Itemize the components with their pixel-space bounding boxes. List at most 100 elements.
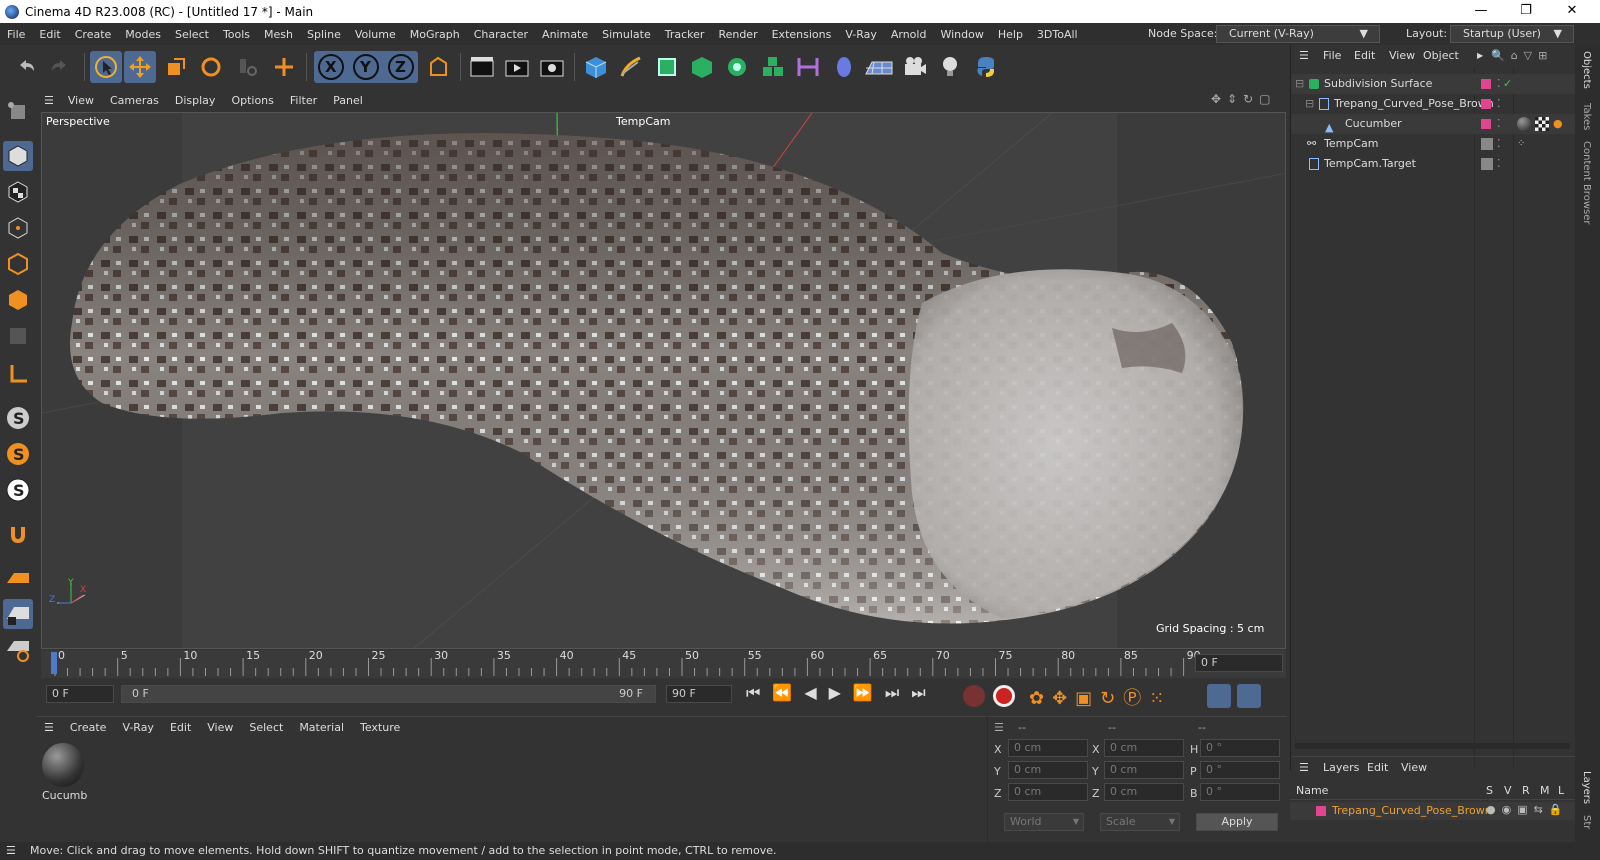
layer-color-swatch[interactable] bbox=[1316, 806, 1326, 816]
material-menu-texture[interactable]: Texture bbox=[352, 717, 408, 739]
viewport-hamburger-icon[interactable]: ☰ bbox=[36, 94, 60, 107]
menu-extensions[interactable]: Extensions bbox=[765, 28, 839, 41]
planar-workplane-button[interactable] bbox=[3, 635, 33, 665]
object-menu-edit[interactable]: Edit bbox=[1354, 45, 1375, 67]
tab-structure[interactable]: Str bbox=[1581, 815, 1592, 829]
perspective-viewport[interactable]: Perspective TempCam Grid Spacing : 5 cm … bbox=[41, 112, 1286, 649]
material-menu-material[interactable]: Material bbox=[291, 717, 352, 739]
menu-file[interactable]: File bbox=[0, 28, 32, 41]
tab-takes[interactable]: Takes bbox=[1581, 103, 1592, 130]
menu-render[interactable]: Render bbox=[711, 28, 764, 41]
menu-help[interactable]: Help bbox=[991, 28, 1030, 41]
menu-volume[interactable]: Volume bbox=[348, 28, 403, 41]
snap-settings-button[interactable]: S bbox=[3, 439, 33, 469]
coord-hamburger-icon[interactable]: ☰ bbox=[994, 717, 1004, 739]
chevron-right-icon[interactable]: ▶ bbox=[1477, 45, 1483, 67]
layer-menu-view[interactable]: View bbox=[1401, 757, 1427, 779]
menu-select[interactable]: Select bbox=[168, 28, 216, 41]
field-button[interactable] bbox=[828, 51, 860, 83]
size-z-field[interactable]: 0 cm bbox=[1104, 783, 1184, 801]
minimize-button[interactable]: — bbox=[1458, 0, 1504, 23]
tag-icon[interactable]: ● bbox=[1553, 114, 1563, 134]
light-button[interactable] bbox=[934, 51, 966, 83]
subdivision-surface-button[interactable] bbox=[651, 51, 683, 83]
position-y-field[interactable]: 0 cm bbox=[1008, 761, 1088, 779]
snap-button[interactable]: S bbox=[3, 403, 33, 433]
object-name[interactable]: Subdivision Surface bbox=[1324, 74, 1432, 94]
material-tag-icon[interactable] bbox=[1517, 117, 1531, 131]
position-z-field[interactable]: 0 cm bbox=[1008, 783, 1088, 801]
object-name[interactable]: TempCam.Target bbox=[1324, 154, 1416, 174]
visibility-dots-icon[interactable]: ⁚ bbox=[1497, 94, 1501, 114]
target-tag-icon[interactable]: ⁘ bbox=[1517, 134, 1525, 154]
mograph-cubes-button[interactable] bbox=[757, 51, 789, 83]
coord-mode-select[interactable]: Scale ▼ bbox=[1100, 813, 1180, 831]
layer-row[interactable]: Trepang_Curved_Pose_Brown ●◉▣⇆🔒 bbox=[1290, 802, 1575, 820]
object-horizontal-scrollbar[interactable] bbox=[1295, 743, 1570, 749]
autokey-button[interactable] bbox=[993, 685, 1015, 707]
menu-create[interactable]: Create bbox=[68, 28, 119, 41]
object-name[interactable]: TempCam bbox=[1324, 134, 1378, 154]
viewport-menu-filter[interactable]: Filter bbox=[282, 94, 325, 107]
rotation-h-field[interactable]: 0 ° bbox=[1200, 739, 1280, 757]
material-menu-vray[interactable]: V-Ray bbox=[114, 717, 162, 739]
locked-workplane-button[interactable] bbox=[3, 599, 33, 629]
viewport-menu-panel[interactable]: Panel bbox=[325, 94, 371, 107]
viewport-menu-options[interactable]: Options bbox=[223, 94, 281, 107]
coord-space-select[interactable]: World ▼ bbox=[1004, 813, 1084, 831]
live-selection-button[interactable] bbox=[90, 51, 122, 83]
texture-tag-icon[interactable] bbox=[1535, 117, 1549, 131]
uv-mode-button[interactable] bbox=[3, 321, 33, 351]
collapse-icon[interactable]: ⊟ bbox=[1305, 94, 1314, 114]
layer-name[interactable]: Trepang_Curved_Pose_Brown bbox=[1332, 804, 1492, 817]
viewport-navigation-icons[interactable]: ✥⇕↻▢ bbox=[1211, 92, 1277, 106]
object-row-subdivision[interactable]: ⊟ Subdivision Surface ⁚ ✓ bbox=[1291, 74, 1576, 94]
scale-tool-button[interactable] bbox=[160, 51, 192, 83]
object-menu-view[interactable]: View bbox=[1389, 45, 1415, 67]
material-menu-create[interactable]: Create bbox=[62, 717, 115, 739]
menu-mograph[interactable]: MoGraph bbox=[403, 28, 467, 41]
move-tool-button[interactable] bbox=[124, 51, 156, 83]
coordinate-system-button[interactable] bbox=[422, 51, 454, 83]
extrude-button[interactable] bbox=[686, 51, 718, 83]
material-menu-select[interactable]: Select bbox=[241, 717, 291, 739]
object-row-cucumber[interactable]: ▲ Cucumber ⁚ ● bbox=[1291, 114, 1576, 134]
axis-x-toggle[interactable]: X bbox=[325, 58, 337, 76]
playhead-marker[interactable] bbox=[51, 652, 57, 674]
record-keys-button[interactable] bbox=[963, 685, 985, 707]
cube-object-button[interactable] bbox=[580, 51, 612, 83]
points-mode-button[interactable] bbox=[3, 213, 33, 243]
object-row-trepang[interactable]: ⊟ Trepang_Curved_Pose_Brown ⁚ bbox=[1291, 94, 1576, 114]
recent-tool-button[interactable] bbox=[232, 51, 264, 83]
magnet-tool-button[interactable] bbox=[3, 519, 33, 549]
menu-character[interactable]: Character bbox=[467, 28, 535, 41]
visibility-dots-icon[interactable]: ⁚ bbox=[1497, 154, 1501, 174]
undo-button[interactable] bbox=[10, 51, 42, 83]
tab-content-browser[interactable]: Content Browser bbox=[1581, 141, 1592, 224]
add-tool-button[interactable] bbox=[268, 51, 300, 83]
size-x-field[interactable]: 0 cm bbox=[1104, 739, 1184, 757]
object-row-tempcam-target[interactable]: TempCam.Target ⁚ bbox=[1291, 154, 1576, 174]
layer-menu-layers[interactable]: Layers bbox=[1323, 757, 1359, 779]
axis-mode-button[interactable] bbox=[3, 359, 33, 389]
end-frame-field[interactable]: 90 F bbox=[666, 685, 732, 703]
apply-button[interactable]: Apply bbox=[1196, 813, 1278, 831]
menu-mesh[interactable]: Mesh bbox=[257, 28, 300, 41]
collapse-icon[interactable]: ⊟ bbox=[1295, 74, 1304, 94]
menu-tracker[interactable]: Tracker bbox=[658, 28, 712, 41]
close-button[interactable]: ✕ bbox=[1549, 0, 1595, 23]
deformer-button[interactable] bbox=[792, 51, 824, 83]
render-picture-viewer-button[interactable] bbox=[501, 51, 533, 83]
frame-range-slider[interactable]: 0 F 90 F bbox=[121, 685, 656, 703]
visibility-dots-icon[interactable]: ⁚ bbox=[1497, 134, 1501, 154]
rotate-tool-button[interactable] bbox=[195, 51, 227, 83]
enabled-check-icon[interactable]: ✓ bbox=[1503, 74, 1512, 94]
axis-z-toggle[interactable]: Z bbox=[395, 58, 406, 76]
layer-hamburger-icon[interactable]: ☰ bbox=[1299, 757, 1309, 779]
model-mode-button[interactable] bbox=[3, 141, 33, 171]
material-menu-view[interactable]: View bbox=[199, 717, 241, 739]
start-frame-field[interactable]: 0 F bbox=[46, 685, 114, 703]
timeline-ruler[interactable]: 0 5 10 15 20 25 30 35 40 45 50 55 60 65 70 75 80 85 90 0 F bbox=[41, 649, 1286, 678]
status-hamburger-icon[interactable]: ☰ bbox=[6, 842, 16, 860]
sound-button[interactable] bbox=[1207, 684, 1231, 708]
